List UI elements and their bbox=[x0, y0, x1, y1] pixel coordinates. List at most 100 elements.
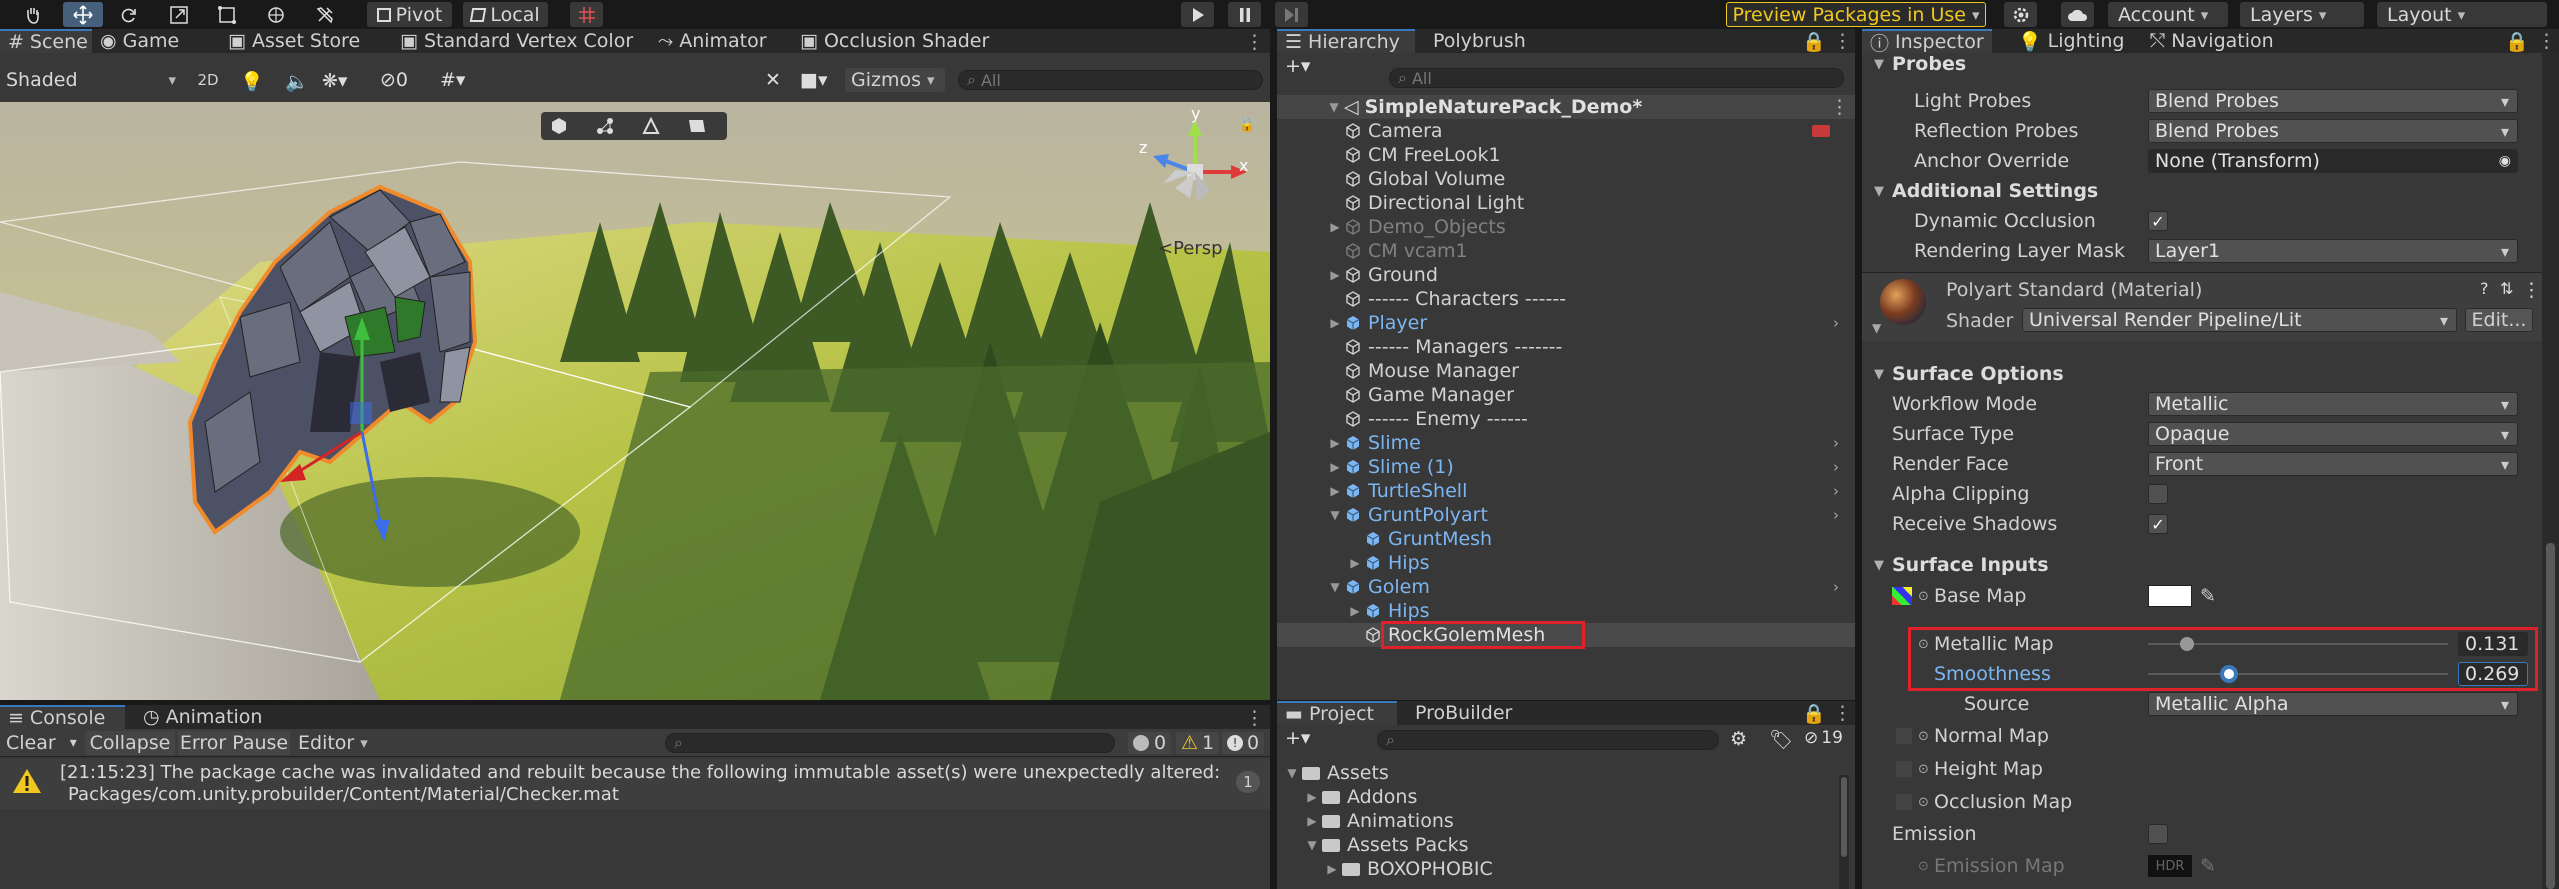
receive-shadows-checkbox[interactable]: ✓ bbox=[2148, 514, 2168, 534]
grid-toggle-icon[interactable]: #▾ bbox=[440, 69, 465, 91]
project-menu-icon[interactable]: ⋮ bbox=[1833, 702, 1852, 724]
tab-standard-vertex-color[interactable]: ▣ Standard Vertex Color bbox=[392, 29, 641, 53]
panel-divider-2[interactable] bbox=[1855, 29, 1862, 889]
scene-root-row[interactable]: ▼ ◁ SimpleNaturePack_Demo* ⋮ bbox=[1277, 95, 1855, 119]
emission-color-swatch[interactable]: HDR bbox=[2148, 855, 2192, 877]
hierarchy-item[interactable]: CM FreeLook1 bbox=[1277, 143, 1855, 167]
hierarchy-item[interactable]: ------ Characters ------ bbox=[1277, 287, 1855, 311]
local-toggle[interactable]: Local bbox=[463, 2, 548, 27]
project-create-icon[interactable]: +▾ bbox=[1285, 727, 1310, 749]
expand-arrow-icon[interactable]: ▼ bbox=[1328, 580, 1342, 594]
tab-navigation[interactable]: ⤲ Navigation bbox=[2142, 29, 2282, 53]
prefab-open-chevron-icon[interactable]: › bbox=[1833, 578, 1839, 596]
tab-hierarchy[interactable]: ☰ Hierarchy bbox=[1277, 29, 1415, 53]
project-folder-item[interactable]: ▶ Addons bbox=[1277, 785, 1632, 809]
scene-search-input[interactable]: ⌕ All bbox=[958, 70, 1263, 90]
console-menu-icon[interactable]: ⋮ bbox=[1245, 707, 1264, 729]
hierarchy-item[interactable]: ▶ Slime › bbox=[1277, 431, 1855, 455]
dynamic-occlusion-checkbox[interactable]: ✓ bbox=[2148, 211, 2168, 231]
camera-settings-icon[interactable]: ■▾ bbox=[800, 69, 828, 91]
console-log-entry[interactable]: [21:15:23] The package cache was invalid… bbox=[0, 759, 1270, 809]
expand-arrow-icon[interactable]: ▶ bbox=[1328, 460, 1342, 474]
tab-project[interactable]: ▬ Project bbox=[1277, 701, 1397, 725]
edit-shader-button[interactable]: Edit... bbox=[2465, 308, 2533, 332]
rect-tool-icon[interactable] bbox=[212, 2, 242, 27]
base-color-swatch[interactable] bbox=[2148, 585, 2192, 607]
hierarchy-item[interactable]: ▶ Player › bbox=[1277, 311, 1855, 335]
search-by-type-icon[interactable]: ⚙ bbox=[1730, 728, 1747, 750]
hierarchy-item[interactable]: ▶ Hips bbox=[1277, 599, 1855, 623]
persp-label[interactable]: <Persp bbox=[1158, 238, 1223, 259]
scene-menu-icon[interactable]: ⋮ bbox=[1830, 96, 1849, 118]
tab-scene[interactable]: # Scene bbox=[0, 29, 92, 53]
step-button[interactable] bbox=[1275, 2, 1308, 27]
expand-arrow-icon[interactable]: ▶ bbox=[1328, 484, 1342, 498]
rendering-layer-dropdown[interactable]: Layer1 bbox=[2148, 239, 2518, 263]
tab-inspector[interactable]: ⓘ Inspector bbox=[1862, 29, 1992, 55]
tab-console[interactable]: ≡ Console bbox=[0, 705, 125, 729]
metallic-value-field[interactable]: 0.131 bbox=[2458, 632, 2528, 656]
cube-face-icon[interactable] bbox=[549, 116, 569, 136]
hierarchy-item[interactable]: ▼ GruntPolyart › bbox=[1277, 503, 1855, 527]
grid-snap-icon[interactable] bbox=[570, 2, 603, 27]
probes-header[interactable]: ▼ Probes bbox=[1862, 53, 2539, 79]
project-scrollbar[interactable] bbox=[1839, 775, 1849, 889]
play-button[interactable] bbox=[1181, 2, 1214, 27]
hierarchy-item[interactable]: ------ Enemy ------ bbox=[1277, 407, 1855, 431]
help-icon[interactable]: ? bbox=[2480, 279, 2489, 298]
tab-animation[interactable]: ◷ Animation bbox=[135, 705, 270, 729]
hierarchy-lock-icon[interactable]: 🔒 bbox=[1802, 30, 1826, 53]
light-probes-dropdown[interactable]: Blend Probes bbox=[2148, 89, 2518, 113]
scene-viewport[interactable]: y x z 🔒 <Persp bbox=[0, 102, 1270, 700]
height-map-thumbnail[interactable] bbox=[1896, 761, 1912, 777]
tab-occlusion-shader[interactable]: ▣ Occlusion Shader bbox=[792, 29, 997, 53]
custom-tool-icon[interactable] bbox=[310, 2, 340, 27]
emission-eyedropper-icon[interactable]: ✎ bbox=[2200, 855, 2216, 877]
height-slot-icon[interactable]: ⊙ bbox=[1918, 762, 1929, 777]
hierarchy-item[interactable]: ▶ Hips bbox=[1277, 551, 1855, 575]
expand-arrow-icon[interactable]: ▶ bbox=[1328, 436, 1342, 450]
hierarchy-item[interactable]: ▶ Slime (1) › bbox=[1277, 455, 1855, 479]
tab-game[interactable]: ◉ Game bbox=[92, 29, 187, 53]
pivot-toggle[interactable]: Pivot bbox=[367, 2, 452, 27]
orientation-gizmo[interactable]: y x z 🔒 bbox=[1135, 104, 1255, 218]
surface-options-header[interactable]: ▼ Surface Options bbox=[1862, 359, 2539, 389]
occlusion-slot-icon[interactable]: ⊙ bbox=[1918, 795, 1929, 810]
scene-expand-arrow[interactable]: ▼ bbox=[1327, 100, 1341, 114]
collapse-button[interactable]: Collapse bbox=[85, 731, 175, 755]
hierarchy-item[interactable]: CM vcam1 bbox=[1277, 239, 1855, 263]
panel-divider[interactable] bbox=[1270, 29, 1277, 889]
search-by-label-icon[interactable]: 🏷 bbox=[1769, 728, 1793, 751]
project-folder-item[interactable]: ▼ Assets Packs bbox=[1277, 833, 1632, 857]
normal-map-thumbnail[interactable] bbox=[1896, 728, 1912, 744]
smoothness-slider-track[interactable] bbox=[2148, 673, 2448, 675]
clear-button[interactable]: Clear ▾ bbox=[6, 732, 77, 754]
project-folder-item[interactable]: ▼ Assets bbox=[1277, 761, 1632, 785]
folder-expand-arrow-icon[interactable]: ▶ bbox=[1305, 814, 1319, 828]
settings-gear-icon[interactable] bbox=[2004, 2, 2037, 27]
face-mode-icon[interactable] bbox=[687, 116, 707, 136]
layers-dropdown[interactable]: Layers bbox=[2240, 2, 2364, 27]
shader-dropdown[interactable]: Universal Render Pipeline/Lit bbox=[2022, 308, 2457, 332]
hierarchy-item-selected[interactable]: RockGolemMesh bbox=[1277, 621, 1855, 649]
project-lock-icon[interactable]: 🔒 bbox=[1802, 702, 1826, 725]
workflow-dropdown[interactable]: Metallic bbox=[2148, 392, 2518, 416]
hidden-packages-toggle[interactable]: ⊘ 19 bbox=[1804, 728, 1843, 748]
lighting-toggle-icon[interactable]: 💡 bbox=[240, 70, 264, 93]
project-search-input[interactable]: ⌕ bbox=[1377, 730, 1719, 750]
audio-toggle-icon[interactable]: 🔈 bbox=[285, 70, 309, 93]
inspector-scrollbar[interactable] bbox=[2542, 53, 2559, 889]
project-folder-item[interactable]: ▶ BOXOPHOBIC bbox=[1277, 857, 1632, 881]
hierarchy-item[interactable]: Camera bbox=[1277, 119, 1855, 143]
tab-polybrush[interactable]: Polybrush bbox=[1425, 29, 1534, 53]
folder-expand-arrow-icon[interactable]: ▼ bbox=[1285, 766, 1299, 780]
shading-mode-dropdown[interactable]: Shaded bbox=[6, 68, 176, 92]
layout-dropdown[interactable]: Layout bbox=[2377, 2, 2547, 27]
warning-filter-toggle[interactable]: ⚠ 1 bbox=[1176, 732, 1220, 754]
reflection-probes-dropdown[interactable]: Blend Probes bbox=[2148, 119, 2518, 143]
pause-button[interactable] bbox=[1228, 2, 1261, 27]
hierarchy-menu-icon[interactable]: ⋮ bbox=[1833, 30, 1852, 52]
project-folder-item[interactable]: ▶ Animations bbox=[1277, 809, 1632, 833]
surface-type-dropdown[interactable]: Opaque bbox=[2148, 422, 2518, 446]
hierarchy-item[interactable]: ------ Managers ------- bbox=[1277, 335, 1855, 359]
